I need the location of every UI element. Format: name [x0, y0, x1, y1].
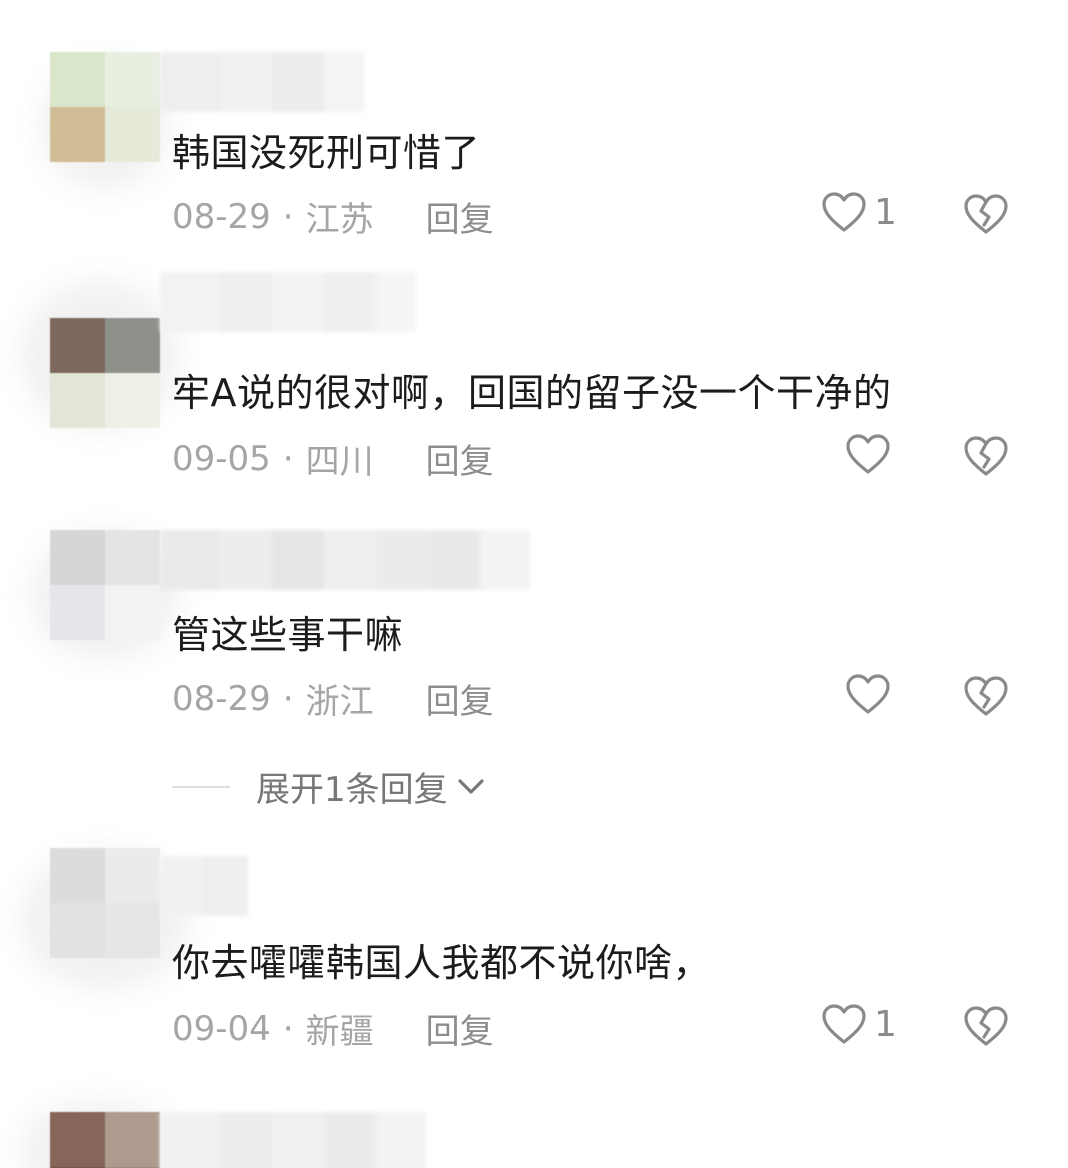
reply-button[interactable]: 回复	[426, 192, 494, 241]
avatar[interactable]	[50, 530, 160, 640]
reply-button[interactable]: 回复	[426, 674, 494, 723]
comment-meta: 09-05 · 四川 回复	[172, 434, 494, 483]
like-count: 1	[874, 191, 897, 233]
comment-meta: 08-29 · 浙江 回复	[172, 674, 494, 723]
dislike-button[interactable]	[962, 674, 1010, 722]
avatar[interactable]	[50, 848, 160, 958]
comment-location: 新疆	[305, 1012, 374, 1052]
meta-separator: ·	[282, 196, 294, 237]
comment-list: 韩国没死刑可惜了 08-29 · 江苏 回复 1 牢A说的很对啊，回国的留子没一…	[0, 0, 1068, 1168]
username-blurred[interactable]	[160, 1112, 426, 1168]
meta-separator: ·	[282, 438, 294, 479]
comment-text: 管这些事干嘛	[172, 613, 404, 657]
broken-heart-icon	[964, 194, 1008, 234]
dislike-button[interactable]	[962, 434, 1010, 482]
like-button[interactable]	[844, 672, 898, 716]
chevron-down-icon	[458, 778, 484, 794]
reply-button[interactable]: 回复	[426, 434, 494, 483]
comment-date: 08-29	[172, 678, 271, 719]
like-button[interactable]: 1	[820, 190, 897, 234]
like-button[interactable]: 1	[820, 1002, 897, 1046]
comment-meta: 09-04 · 新疆 回复	[172, 1004, 494, 1053]
comment-location: 浙江	[305, 682, 374, 722]
meta-separator: ·	[282, 678, 294, 719]
comment-meta: 08-29 · 江苏 回复	[172, 192, 494, 241]
avatar[interactable]	[50, 318, 160, 428]
username-blurred[interactable]	[160, 856, 248, 916]
avatar[interactable]	[50, 52, 160, 162]
heart-outline-icon	[822, 192, 866, 232]
reply-button[interactable]: 回复	[426, 1004, 494, 1053]
heart-outline-icon	[846, 434, 890, 474]
comment-date: 09-05	[172, 438, 271, 479]
comment-text: 牢A说的很对啊，回国的留子没一个干净的	[172, 371, 892, 415]
comment-text: 你去嚯嚯韩国人我都不说你啥，	[172, 941, 712, 985]
username-blurred[interactable]	[160, 52, 364, 112]
like-button[interactable]	[844, 432, 898, 476]
heart-outline-icon	[846, 674, 890, 714]
meta-separator: ·	[282, 1008, 294, 1049]
expand-replies-label: 展开1条回复	[256, 770, 448, 810]
comment-date: 08-29	[172, 196, 271, 237]
comment-date: 09-04	[172, 1008, 271, 1049]
like-count: 1	[874, 1003, 897, 1045]
comment-location: 江苏	[305, 200, 374, 240]
broken-heart-icon	[964, 1006, 1008, 1046]
heart-outline-icon	[822, 1004, 866, 1044]
username-blurred[interactable]	[160, 530, 530, 590]
expand-replies-button[interactable]: 展开1条回复	[172, 762, 486, 811]
comment-location: 四川	[305, 442, 374, 482]
divider	[172, 785, 230, 788]
dislike-button[interactable]	[962, 192, 1010, 240]
broken-heart-icon	[964, 436, 1008, 476]
comment-text: 韩国没死刑可惜了	[172, 131, 481, 175]
dislike-button[interactable]	[962, 1004, 1010, 1052]
broken-heart-icon	[964, 676, 1008, 716]
avatar[interactable]	[50, 1112, 160, 1168]
username-blurred[interactable]	[160, 272, 416, 332]
